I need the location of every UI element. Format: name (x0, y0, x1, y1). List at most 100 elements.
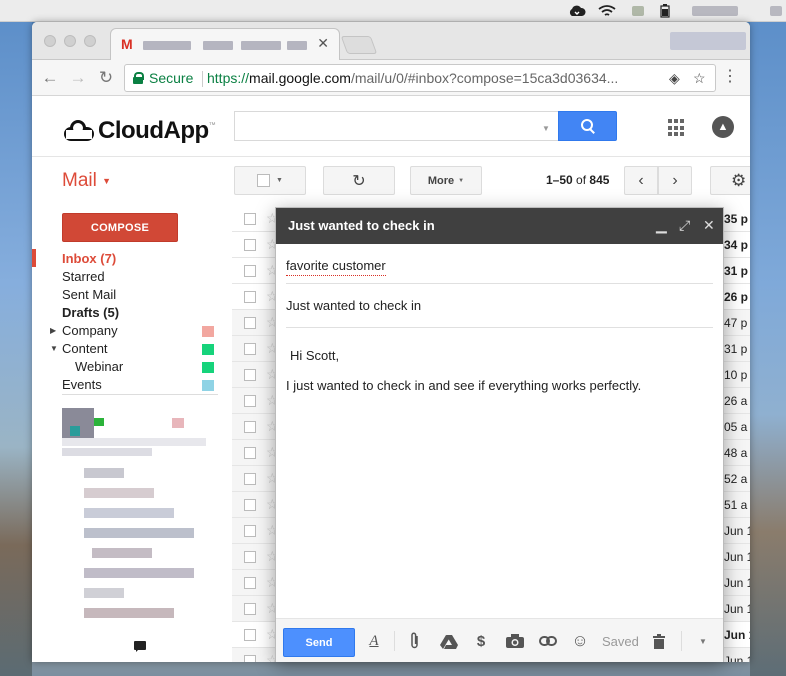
hangouts-avatar-blur (70, 426, 80, 436)
tab-close-icon[interactable]: ✕ (317, 35, 329, 52)
row-time: Jun 1 (724, 654, 750, 662)
hangouts-tab[interactable] (123, 630, 159, 662)
hangouts-contact[interactable] (92, 548, 152, 558)
notifications-icon[interactable]: ▲ (712, 116, 734, 138)
chevron-down-icon: ▼ (276, 177, 283, 184)
sidebar-item-content[interactable]: Content (62, 340, 108, 358)
row-time: 05 a (724, 420, 748, 434)
hangouts-contact[interactable] (84, 588, 124, 598)
row-checkbox[interactable] (244, 473, 256, 485)
cloudapp-menubar-icon[interactable] (567, 3, 587, 19)
hangouts-contact[interactable] (84, 508, 174, 518)
sidebar-item-sent[interactable]: Sent Mail (62, 286, 116, 304)
menubar-user[interactable] (770, 6, 782, 16)
expand-arrow-icon[interactable]: ▶ (50, 326, 56, 335)
hangouts-contact[interactable] (84, 488, 154, 498)
sidebar-item-webinar[interactable]: Webinar (75, 358, 123, 376)
row-checkbox[interactable] (244, 603, 256, 615)
formatting-icon[interactable]: A (366, 631, 382, 651)
sidebar-item-inbox[interactable]: Inbox (7) (62, 250, 116, 268)
compose-button[interactable]: COMPOSE (62, 213, 178, 242)
row-checkbox[interactable] (244, 317, 256, 329)
profile-button[interactable] (670, 32, 746, 50)
row-checkbox[interactable] (244, 525, 256, 537)
older-button[interactable]: › (658, 166, 692, 195)
apps-grid-icon[interactable] (668, 119, 686, 137)
label-color-swatch[interactable] (202, 344, 214, 355)
search-options-caret-icon[interactable]: ▼ (542, 124, 550, 133)
trash-icon[interactable] (651, 631, 667, 651)
sidebar-item-starred[interactable]: Starred (62, 268, 105, 286)
insert-link-icon[interactable] (537, 631, 559, 651)
sidebar-item-events[interactable]: Events (62, 376, 102, 394)
minimize-icon[interactable]: ▁ (656, 217, 667, 234)
row-checkbox[interactable] (244, 551, 256, 563)
hangouts-contact[interactable] (84, 568, 194, 578)
attach-paperclip-icon[interactable] (406, 631, 424, 651)
row-time: 52 a (724, 472, 748, 486)
menubar-extra-icon[interactable] (632, 6, 644, 16)
settings-button[interactable]: ⚙ (710, 166, 750, 195)
sidebar-item-company[interactable]: Company (62, 322, 118, 340)
hangouts-contact[interactable] (84, 608, 174, 618)
address-bar[interactable]: Secure https://mail.google.com/mail/u/0/… (124, 64, 716, 92)
hangouts-contact[interactable] (84, 468, 124, 478)
search-input[interactable] (234, 111, 558, 141)
camera-icon[interactable] (504, 631, 526, 651)
money-icon[interactable]: $ (473, 631, 489, 651)
back-arrow-icon[interactable]: ← (38, 66, 62, 90)
label-color-swatch[interactable] (202, 362, 214, 373)
new-tab-button[interactable] (340, 36, 378, 54)
row-checkbox[interactable] (244, 213, 256, 225)
row-checkbox[interactable] (244, 499, 256, 511)
sidebar-item-drafts[interactable]: Drafts (5) (62, 304, 119, 322)
row-checkbox[interactable] (244, 447, 256, 459)
reload-icon[interactable]: ↻ (94, 66, 118, 90)
row-checkbox[interactable] (244, 343, 256, 355)
mail-switcher[interactable]: Mail ▼ (62, 170, 111, 192)
recipient-chip[interactable]: favorite customer (286, 258, 386, 276)
row-checkbox[interactable] (244, 629, 256, 641)
row-checkbox[interactable] (244, 395, 256, 407)
compose-header[interactable]: Just wanted to check in ▁ ⤢ ✕ (276, 208, 723, 244)
select-all-checkbox[interactable] (257, 174, 271, 187)
message-body[interactable]: Hi Scott, I just wanted to check in and … (286, 341, 710, 401)
row-checkbox[interactable] (244, 577, 256, 589)
browser-menu-icon[interactable]: ⋮ (722, 66, 738, 86)
search-button[interactable] (558, 111, 617, 141)
chevron-down-icon: ▼ (102, 175, 112, 186)
close-window-button[interactable] (44, 35, 56, 47)
collapse-arrow-icon[interactable]: ▼ (50, 344, 58, 353)
forward-arrow-icon[interactable]: → (66, 66, 90, 90)
subject-field[interactable]: Just wanted to check in (286, 286, 713, 328)
bookmark-star-icon[interactable]: ☆ (693, 65, 706, 91)
row-checkbox[interactable] (244, 291, 256, 303)
battery-icon[interactable] (656, 3, 674, 19)
row-checkbox[interactable] (244, 239, 256, 251)
extension-icon[interactable]: ◈ (669, 65, 680, 91)
google-drive-icon[interactable] (439, 631, 459, 651)
row-checkbox[interactable] (244, 655, 256, 662)
to-field[interactable]: favorite customer (286, 244, 713, 284)
more-button[interactable]: More ▼ (410, 166, 482, 195)
label-color-swatch[interactable] (202, 380, 214, 391)
row-checkbox[interactable] (244, 265, 256, 277)
row-checkbox[interactable] (244, 421, 256, 433)
send-button[interactable]: Send (283, 628, 355, 657)
refresh-button[interactable]: ↻ (323, 166, 395, 195)
cloudapp-logo[interactable]: CloudApp ™ (62, 117, 216, 145)
expand-icon[interactable]: ⤢ (679, 217, 690, 234)
more-options-caret-icon[interactable]: ▼ (696, 631, 710, 651)
close-icon[interactable]: ✕ (703, 217, 715, 234)
label-color-swatch[interactable] (202, 326, 214, 337)
zoom-window-button[interactable] (84, 35, 96, 47)
hangouts-contact[interactable] (84, 528, 194, 538)
minimize-window-button[interactable] (64, 35, 76, 47)
wifi-icon[interactable] (596, 3, 618, 19)
row-checkbox[interactable] (244, 369, 256, 381)
newer-button[interactable]: ‹ (624, 166, 658, 195)
browser-tab-gmail[interactable]: M ✕ (110, 28, 340, 60)
select-all-dropdown[interactable]: ▼ (234, 166, 306, 195)
menubar-clock[interactable] (692, 6, 738, 16)
emoji-icon[interactable]: ☺ (570, 631, 590, 651)
